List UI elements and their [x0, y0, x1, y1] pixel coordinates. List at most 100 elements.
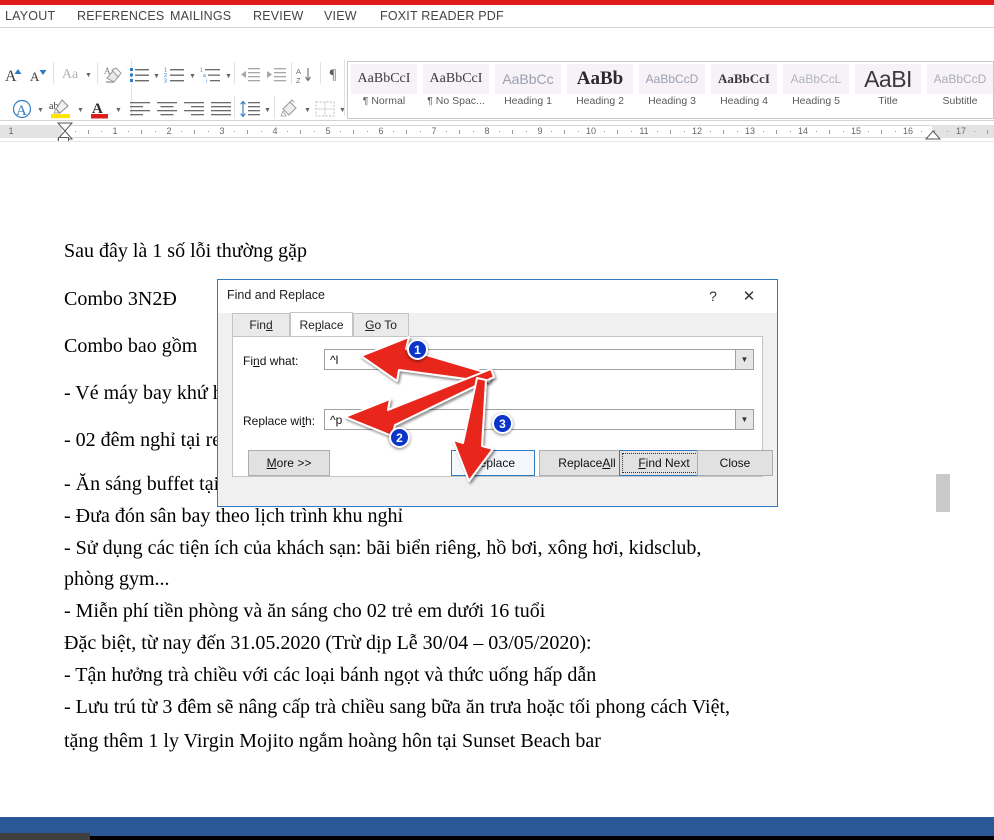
ruler-number: 10 — [585, 126, 596, 136]
document-paragraph: Combo bao gồm — [64, 335, 198, 357]
style-preview: AaBbCcІ — [711, 64, 777, 94]
decrease-indent-icon[interactable] — [238, 64, 262, 86]
ruler-number: 14 — [797, 126, 808, 136]
document-paragraph: - Vé máy bay khứ hồi — [64, 382, 239, 404]
dialog-title-bar[interactable]: Find and Replace ? ✕ — [218, 280, 777, 313]
borders-chevron-down-icon[interactable]: ▼ — [338, 102, 347, 118]
increase-indent-icon[interactable] — [264, 64, 288, 86]
status-bar — [0, 817, 994, 836]
shrink-font-icon[interactable]: A — [28, 64, 50, 86]
horizontal-ruler[interactable]: 1 1 2 3 4 5 6 7 8 9 10 11 12 13 14 15 16… — [0, 121, 994, 145]
close-button[interactable]: Close — [697, 450, 773, 476]
ruler-number: 11 — [639, 126, 649, 136]
find-what-field[interactable]: ^l — [324, 349, 754, 370]
ruler-number: 8 — [484, 126, 490, 136]
find-what-label: Find what: — [243, 354, 299, 368]
ribbon-tab-view[interactable]: VIEW — [324, 5, 357, 27]
ribbon-tab-mailings[interactable]: MAILINGS — [170, 5, 231, 27]
ribbon-tab-references[interactable]: REFERENCES — [77, 5, 164, 27]
style-subtitle[interactable]: AaBbCcD Subtitle — [924, 62, 993, 118]
document-paragraph: - Đưa đón sân bay theo lịch trình khu ng… — [64, 505, 404, 527]
document-paragraph: - Miễn phí tiền phòng và ăn sáng cho 02 … — [64, 600, 546, 622]
style-title[interactable]: AaBІ Title — [852, 62, 924, 118]
ribbon-tab-foxit-reader-pdf[interactable]: FOXIT READER PDF — [380, 5, 504, 27]
justify-icon[interactable] — [209, 98, 233, 120]
text-effects-chevron-down-icon[interactable]: ▼ — [36, 102, 45, 118]
help-icon[interactable]: ? — [701, 286, 725, 306]
clear-formatting-icon[interactable]: A — [101, 64, 125, 86]
annotation-badge-3: 3 — [492, 413, 513, 434]
multilevel-list-chevron-down-icon[interactable]: ▼ — [224, 68, 233, 84]
ruler-number: 13 — [744, 126, 755, 136]
line-spacing-icon[interactable] — [238, 98, 262, 120]
ruler-number: 7 — [431, 126, 437, 136]
style-no-spacing[interactable]: AaBbCcI ¶ No Spac... — [420, 62, 492, 118]
svg-text:A: A — [296, 67, 301, 76]
svg-text:A: A — [5, 68, 17, 84]
highlight-color-icon[interactable]: ab — [48, 98, 74, 120]
style-preview: AaBb — [567, 64, 633, 94]
replace-button[interactable]: Replace — [451, 450, 535, 476]
bullets-icon[interactable] — [128, 64, 152, 86]
more-button[interactable]: More >> — [248, 450, 330, 476]
shading-icon[interactable] — [278, 98, 302, 120]
numbering-chevron-down-icon[interactable]: ▼ — [188, 68, 197, 84]
styles-gallery[interactable]: AaBbCcI ¶ Normal AaBbCcI ¶ No Spac... Aa… — [347, 61, 994, 119]
change-case-icon[interactable]: Aa — [57, 64, 83, 86]
close-icon[interactable]: ✕ — [735, 286, 763, 306]
shading-chevron-down-icon[interactable]: ▼ — [303, 102, 312, 118]
ribbon-tab-layout[interactable]: LAYOUT — [5, 5, 55, 27]
divider — [53, 62, 54, 84]
line-spacing-chevron-down-icon[interactable]: ▼ — [263, 102, 272, 118]
ribbon: A A Aa ▼ A A ▼ ab ▼ A ▼ ▼ 1 2 3 ▼ 1 a i … — [0, 28, 994, 144]
show-formatting-marks-icon[interactable]: ¶ — [322, 64, 344, 86]
grow-font-icon[interactable]: A — [3, 64, 25, 86]
align-right-icon[interactable] — [182, 98, 206, 120]
change-case-chevron-down-icon[interactable]: ▼ — [84, 67, 93, 83]
document-paragraph: - Sử dụng các tiện ích của khách sạn: bã… — [64, 537, 702, 559]
ribbon-tab-review[interactable]: REVIEW — [253, 5, 304, 27]
divider — [97, 62, 98, 84]
svg-text:Z: Z — [296, 76, 301, 84]
dialog-title: Find and Replace — [227, 288, 325, 302]
divider — [320, 62, 321, 84]
divider — [344, 60, 345, 116]
document-paragraph: tặng thêm 1 ly Virgin Mojito ngắm hoàng … — [64, 730, 601, 752]
highlight-color-chevron-down-icon[interactable]: ▼ — [76, 102, 85, 118]
align-left-icon[interactable] — [128, 98, 152, 120]
document-paragraph: - Lưu trú từ 3 đêm sẽ nâng cấp trà chiều… — [64, 696, 731, 718]
style-preview: AaBbCcL — [783, 64, 849, 94]
numbering-icon[interactable]: 1 2 3 — [163, 64, 187, 86]
style-heading-1[interactable]: AaBbCс Heading 1 — [492, 62, 564, 118]
ruler-number: 4 — [272, 126, 278, 136]
style-preview: AaBbCcD — [639, 64, 705, 94]
sort-icon[interactable]: A Z — [294, 64, 316, 86]
borders-icon[interactable] — [313, 98, 337, 120]
find-next-button[interactable]: Find Next — [619, 450, 709, 476]
style-heading-5[interactable]: AaBbCcL Heading 5 — [780, 62, 852, 118]
text-effects-icon[interactable]: A — [10, 98, 34, 120]
dialog-tab-find[interactable]: Find — [232, 313, 290, 336]
ruler-number: 5 — [325, 126, 331, 136]
find-what-chevron-down-icon[interactable]: ▼ — [735, 350, 753, 369]
ruler-number: 12 — [691, 126, 702, 136]
style-normal[interactable]: AaBbCcI ¶ Normal — [348, 62, 420, 118]
style-heading-2[interactable]: AaBb Heading 2 — [564, 62, 636, 118]
replace-with-chevron-down-icon[interactable]: ▼ — [735, 410, 753, 429]
style-heading-4[interactable]: AaBbCcІ Heading 4 — [708, 62, 780, 118]
multilevel-list-icon[interactable]: 1 a i — [199, 64, 223, 86]
replace-with-field[interactable]: ^p — [324, 409, 754, 430]
align-center-icon[interactable] — [155, 98, 179, 120]
vertical-scrollbar-thumb[interactable] — [936, 474, 950, 512]
dialog-body: Find Replace Go To Find what: ^l ▼ Repla… — [218, 312, 777, 506]
bullets-chevron-down-icon[interactable]: ▼ — [152, 68, 161, 84]
dialog-tab-go-to[interactable]: Go To — [353, 313, 409, 336]
dialog-tab-replace[interactable]: Replace — [290, 312, 353, 336]
find-and-replace-dialog[interactable]: Find and Replace ? ✕ Find Replace Go To … — [217, 279, 778, 507]
style-heading-3[interactable]: AaBbCcD Heading 3 — [636, 62, 708, 118]
font-color-icon[interactable]: A — [88, 98, 112, 120]
svg-text:A: A — [30, 69, 40, 84]
document-paragraph: Đặc biệt, từ nay đến 31.05.2020 (Trừ dịp… — [64, 632, 592, 654]
font-color-chevron-down-icon[interactable]: ▼ — [114, 102, 123, 118]
annotation-badge-1: 1 — [407, 339, 428, 360]
